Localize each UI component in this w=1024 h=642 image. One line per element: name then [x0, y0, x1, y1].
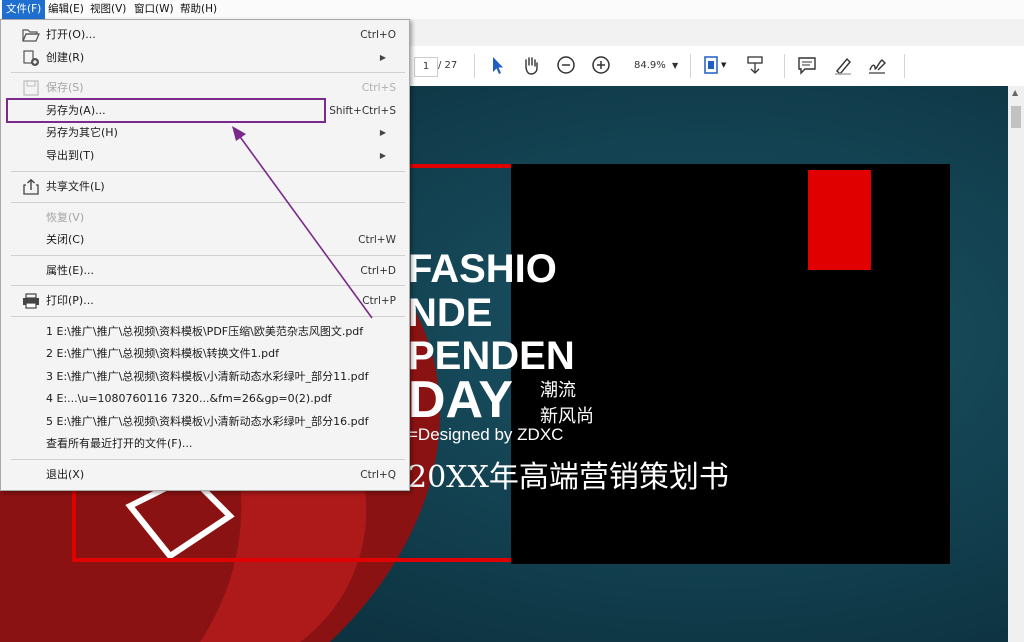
- menu-separator: [11, 255, 405, 256]
- menu-separator: [11, 202, 405, 203]
- menu-item-create[interactable]: 创建(R) ▶: [2, 47, 408, 69]
- fit-page-icon[interactable]: [700, 54, 722, 76]
- menu-separator: [11, 316, 405, 317]
- menu-item-label: 创建(R): [46, 51, 85, 64]
- menu-item-label: 3 E:\推广\推广\总视频\资料模板\小清新动态水彩绿叶_部分11.pdf: [46, 370, 369, 383]
- zoom-value: 84.9%: [634, 60, 666, 71]
- chevron-down-icon[interactable]: ▼: [721, 61, 726, 69]
- menu-item-shortcut: Ctrl+O: [360, 29, 396, 41]
- vertical-scrollbar[interactable]: ▲: [1008, 86, 1024, 642]
- menu-item-export-to[interactable]: 导出到(T) ▶: [2, 145, 408, 167]
- menu-item-label: 4 E:...\u=1080760116 7320...&fm=26&gp=0(…: [46, 392, 332, 405]
- headline-line: FASHIO: [408, 247, 557, 291]
- select-pointer-icon[interactable]: [486, 54, 508, 76]
- menu-item-open[interactable]: 打开(O)... Ctrl+O: [2, 24, 408, 46]
- page-total: / 27: [438, 60, 458, 71]
- recent-file-item[interactable]: 2 E:\推广\推广\总视频\资料模板\转换文件1.pdf: [2, 343, 408, 365]
- menu-item-label: 2 E:\推广\推广\总视频\资料模板\转换文件1.pdf: [46, 347, 280, 360]
- menu-item-label: 恢复(V): [46, 211, 85, 224]
- folder-open-icon: [22, 29, 40, 42]
- printer-icon: [23, 293, 39, 309]
- menu-item-share[interactable]: 共享文件(L): [2, 176, 408, 198]
- menu-separator: [11, 171, 405, 172]
- submenu-arrow-icon: ▶: [379, 53, 386, 62]
- menu-item-label: 打印(P)...: [46, 294, 94, 307]
- menu-bar: 文件(F) 编辑(E) 视图(V) 窗口(W) 帮助(H): [0, 0, 1024, 20]
- document-title: 20XX年高端营销策划书: [408, 460, 729, 495]
- menu-item-label: 1 E:\推广\推广\总视频\资料模板\PDF压缩\欧美范杂志风图文.pdf: [46, 325, 364, 338]
- menu-item-shortcut: Shift+Ctrl+S: [329, 105, 396, 117]
- menu-window[interactable]: 窗口(W): [130, 0, 178, 19]
- black-panel: [511, 164, 950, 564]
- menu-view[interactable]: 视图(V): [86, 0, 130, 19]
- menu-edit[interactable]: 编辑(E): [44, 0, 88, 19]
- menu-item-label: 打开(O)...: [46, 28, 96, 41]
- highlight-pen-icon[interactable]: [832, 54, 854, 76]
- create-document-icon: [23, 50, 39, 66]
- menu-separator: [11, 285, 405, 286]
- menu-separator: [11, 459, 405, 460]
- share-upload-icon: [23, 179, 39, 195]
- menu-item-print[interactable]: 打印(P)... Ctrl+P: [2, 290, 408, 312]
- sign-icon[interactable]: [866, 54, 888, 76]
- menu-item-label: 退出(X): [46, 468, 85, 481]
- submenu-arrow-icon: ▶: [379, 151, 386, 160]
- recent-file-item[interactable]: 4 E:...\u=1080760116 7320...&fm=26&gp=0(…: [2, 388, 408, 410]
- designed-by-text: =Designed by ZDXC: [408, 425, 564, 444]
- scroll-up-arrow-icon[interactable]: ▲: [1012, 88, 1018, 97]
- recent-file-item[interactable]: 5 E:\推广\推广\总视频\资料模板\小清新动态水彩绿叶_部分16.pdf: [2, 411, 408, 433]
- menu-item-properties[interactable]: 属性(E)... Ctrl+D: [2, 260, 408, 282]
- menu-item-label: 查看所有最近打开的文件(F)...: [46, 437, 193, 450]
- zoom-in-icon[interactable]: [590, 54, 612, 76]
- scrollbar-thumb[interactable]: [1011, 106, 1021, 128]
- menu-item-close[interactable]: 关闭(C) Ctrl+W: [2, 229, 408, 251]
- menu-item-shortcut: Ctrl+S: [361, 82, 396, 94]
- menu-item-label: 关闭(C): [46, 233, 85, 246]
- zoom-out-icon[interactable]: [555, 54, 577, 76]
- menu-item-label: 另存为其它(H): [46, 126, 118, 139]
- menu-file[interactable]: 文件(F): [2, 0, 46, 19]
- menu-help[interactable]: 帮助(H): [176, 0, 221, 19]
- menu-item-exit[interactable]: 退出(X) Ctrl+Q: [2, 464, 408, 486]
- red-block: [808, 170, 871, 270]
- scroll-mode-icon[interactable]: [744, 54, 766, 76]
- file-menu-dropdown: 打开(O)... Ctrl+O 创建(R) ▶ 保存(S) Ctrl+S 另存为…: [0, 19, 410, 491]
- menu-item-save-as-other[interactable]: 另存为其它(H) ▶: [2, 122, 408, 144]
- headline-line: NDE: [408, 291, 493, 335]
- menu-item-shortcut: Ctrl+D: [360, 265, 396, 277]
- toolbar-divider: [474, 54, 475, 78]
- recent-file-item[interactable]: 1 E:\推广\推广\总视频\资料模板\PDF压缩\欧美范杂志风图文.pdf: [2, 321, 408, 343]
- comment-icon[interactable]: [796, 54, 818, 76]
- toolbar-divider: [904, 54, 905, 78]
- toolbar-divider: [784, 54, 785, 78]
- menu-item-label: 属性(E)...: [46, 264, 95, 277]
- menu-item-label: 5 E:\推广\推广\总视频\资料模板\小清新动态水彩绿叶_部分16.pdf: [46, 415, 369, 428]
- zoom-select[interactable]: 84.9% ▼: [626, 57, 684, 75]
- menu-item-view-all-recent[interactable]: 查看所有最近打开的文件(F)...: [2, 433, 408, 455]
- menu-item-label: 保存(S): [46, 81, 84, 94]
- menu-item-label: 共享文件(L): [46, 180, 105, 193]
- chinese-tagline: 潮流: [540, 380, 576, 401]
- save-disk-icon: [23, 80, 39, 96]
- recent-file-item[interactable]: 3 E:\推广\推广\总视频\资料模板\小清新动态水彩绿叶_部分11.pdf: [2, 366, 408, 388]
- menu-item-revert[interactable]: 恢复(V): [2, 207, 408, 229]
- menu-separator: [11, 72, 405, 73]
- menu-item-shortcut: Ctrl+P: [362, 295, 396, 307]
- menu-item-shortcut: Ctrl+Q: [360, 469, 396, 481]
- menu-item-save[interactable]: 保存(S) Ctrl+S: [2, 77, 408, 99]
- page-number-input[interactable]: 1: [414, 57, 438, 77]
- menu-item-label: 导出到(T): [46, 149, 95, 162]
- headline-line: DAY: [408, 371, 514, 429]
- submenu-arrow-icon: ▶: [379, 128, 386, 137]
- chevron-down-icon: ▼: [672, 61, 679, 70]
- toolbar-divider: [690, 54, 691, 78]
- menu-item-shortcut: Ctrl+W: [358, 234, 396, 246]
- highlight-box-annotation: [6, 98, 326, 123]
- hand-tool-icon[interactable]: [520, 54, 542, 76]
